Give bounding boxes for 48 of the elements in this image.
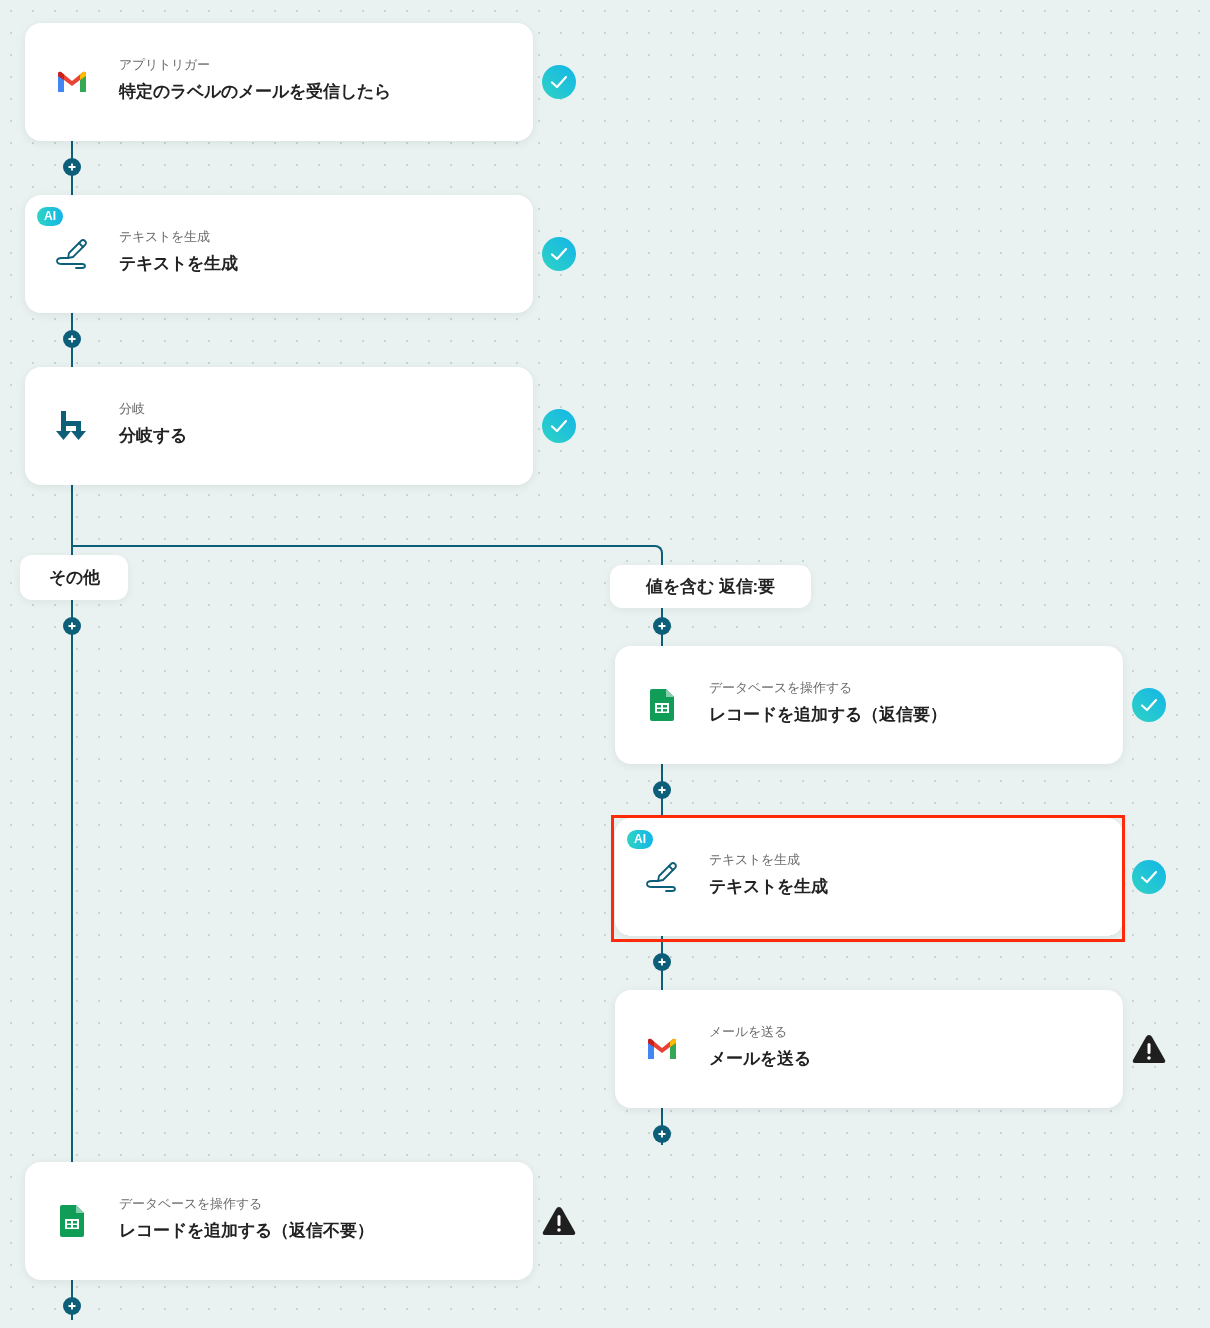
spreadsheet-icon: [60, 1205, 84, 1237]
plus-icon: [68, 163, 76, 171]
step-title: メールを送る: [709, 1048, 811, 1070]
step-category: メールを送る: [709, 1023, 788, 1041]
step-card[interactable]: データベースを操作する レコードを追加する（返信要）: [615, 646, 1123, 764]
plus-icon: [68, 1302, 76, 1310]
add-step-button[interactable]: [63, 1297, 81, 1315]
step-title: 分岐する: [119, 425, 187, 447]
envelope-icon: [646, 1037, 678, 1061]
add-step-button[interactable]: [63, 158, 81, 176]
step-category: データベースを操作する: [709, 679, 853, 697]
add-step-button[interactable]: [653, 953, 671, 971]
pen-icon: [54, 236, 90, 272]
spreadsheet-icon: [650, 689, 674, 721]
step-category: テキストを生成: [709, 851, 801, 869]
ai-badge: AI: [627, 830, 653, 849]
add-step-button[interactable]: [63, 330, 81, 348]
step-title: レコードを追加する（返信不要）: [119, 1220, 374, 1242]
step-title: テキストを生成: [709, 876, 828, 898]
branch-label[interactable]: 値を含む 返信:要: [610, 565, 811, 608]
add-step-button[interactable]: [63, 617, 81, 635]
plus-icon: [658, 786, 666, 794]
envelope-icon: [56, 70, 88, 94]
add-step-button[interactable]: [653, 1125, 671, 1143]
step-card[interactable]: アプリトリガー 特定のラベルのメールを受信したら: [25, 23, 533, 141]
step-category: データベースを操作する: [119, 1195, 263, 1213]
branch-label[interactable]: その他: [20, 555, 128, 600]
step-title: 特定のラベルのメールを受信したら: [119, 81, 391, 103]
pen-icon: [644, 859, 680, 895]
add-step-button[interactable]: [653, 617, 671, 635]
plus-icon: [658, 958, 666, 966]
branch-icon: [55, 409, 89, 443]
step-category: アプリトリガー: [119, 56, 211, 74]
step-card[interactable]: データベースを操作する レコードを追加する（返信不要）: [25, 1162, 533, 1280]
plus-icon: [68, 622, 76, 630]
step-title: テキストを生成: [119, 253, 238, 275]
add-step-button[interactable]: [653, 781, 671, 799]
step-category: テキストを生成: [119, 228, 211, 246]
step-card[interactable]: 分岐 分岐する: [25, 367, 533, 485]
step-card[interactable]: AI テキストを生成 テキストを生成: [25, 195, 533, 313]
plus-icon: [658, 1130, 666, 1138]
plus-icon: [658, 622, 666, 630]
step-card[interactable]: メールを送る メールを送る: [615, 990, 1123, 1108]
step-category: 分岐: [119, 400, 146, 418]
ai-badge: AI: [37, 207, 63, 226]
step-title: レコードを追加する（返信要）: [709, 704, 947, 726]
step-card[interactable]: AI テキストを生成 テキストを生成: [615, 818, 1123, 936]
plus-icon: [68, 335, 76, 343]
